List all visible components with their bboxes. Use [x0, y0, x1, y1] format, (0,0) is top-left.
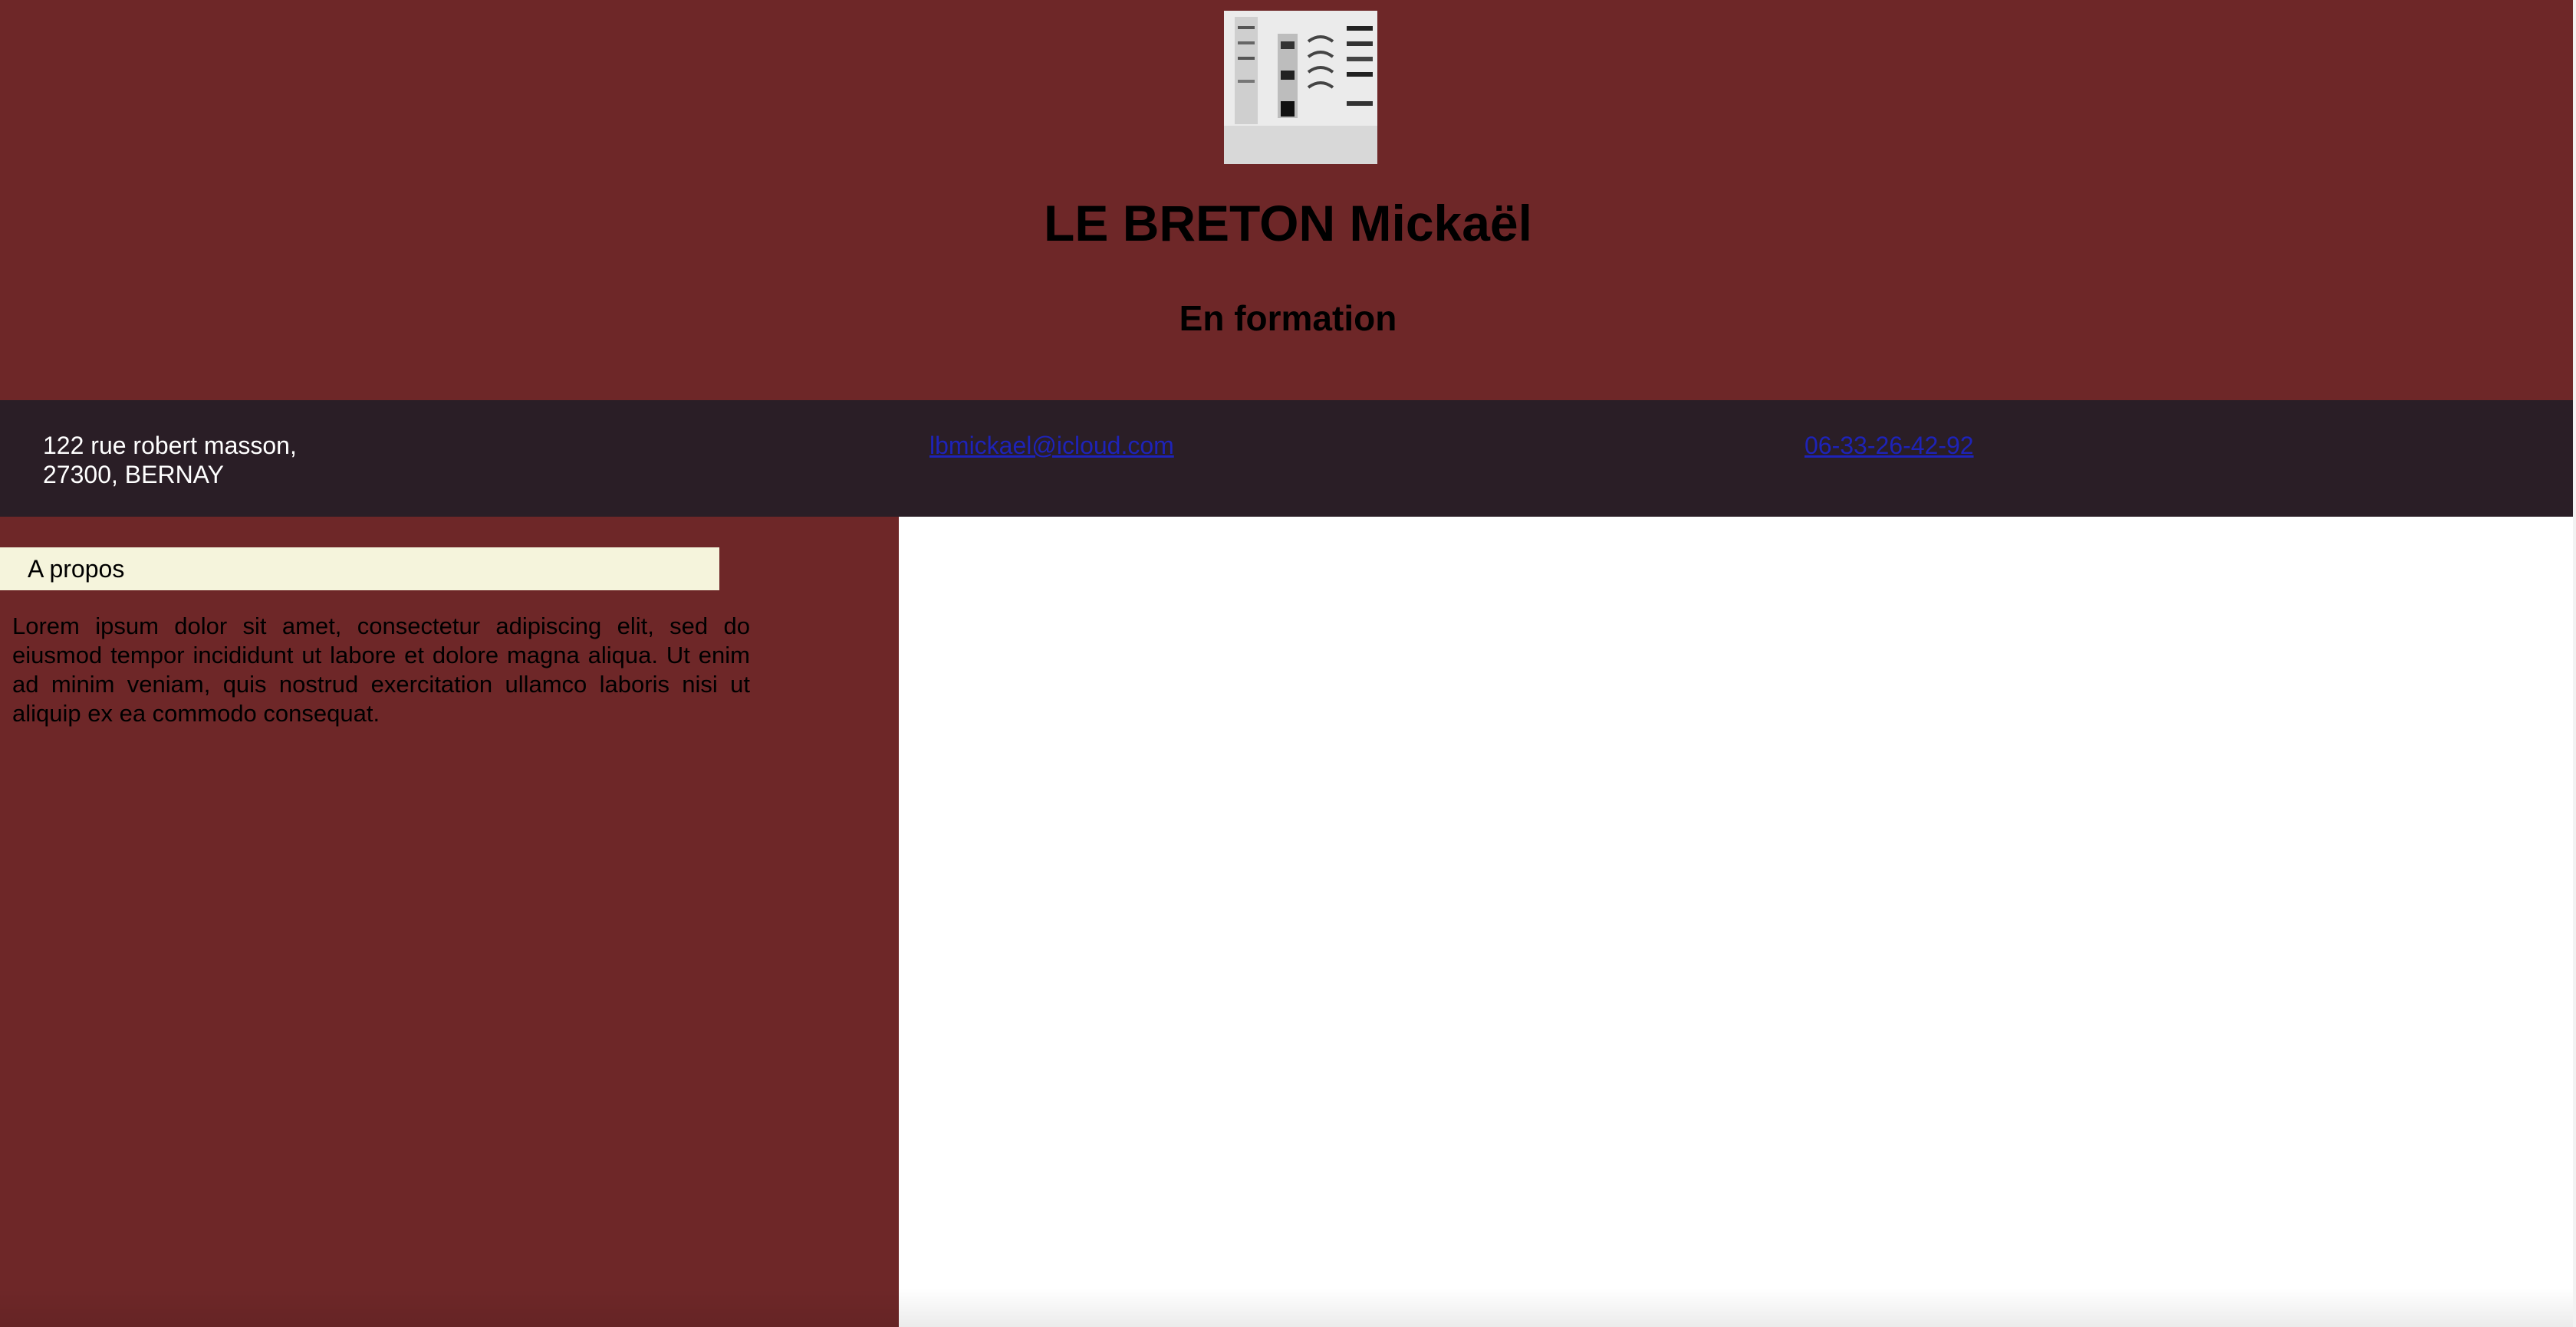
about-heading: A propos	[0, 547, 719, 590]
scrollbar-track	[2573, 0, 2576, 1327]
phone-link[interactable]: 06-33-26-42-92	[1805, 431, 1974, 460]
person-name: LE BRETON Mickaël	[1044, 195, 1532, 251]
contact-bar: 122 rue robert masson, 27300, BERNAY lbm…	[0, 400, 2576, 517]
job-status: En formation	[1179, 298, 1397, 338]
main-content	[899, 517, 2573, 1327]
email-link[interactable]: lbmickael@icloud.com	[929, 431, 1174, 460]
header: LE BRETON Mickaël En formation	[0, 0, 2576, 400]
address-line-2: 27300, BERNAY	[43, 461, 224, 488]
address-line-1: 122 rue robert masson,	[43, 432, 297, 459]
profile-photo	[1224, 11, 1377, 164]
about-heading-label: A propos	[28, 555, 125, 583]
cv-page: LE BRETON Mickaël En formation 122 rue r…	[0, 0, 2576, 1327]
postal-address: 122 rue robert masson, 27300, BERNAY	[43, 431, 297, 489]
sidebar: A propos Lorem ipsum dolor sit amet, con…	[0, 517, 899, 1327]
about-text: Lorem ipsum dolor sit amet, consectetur …	[12, 613, 750, 727]
